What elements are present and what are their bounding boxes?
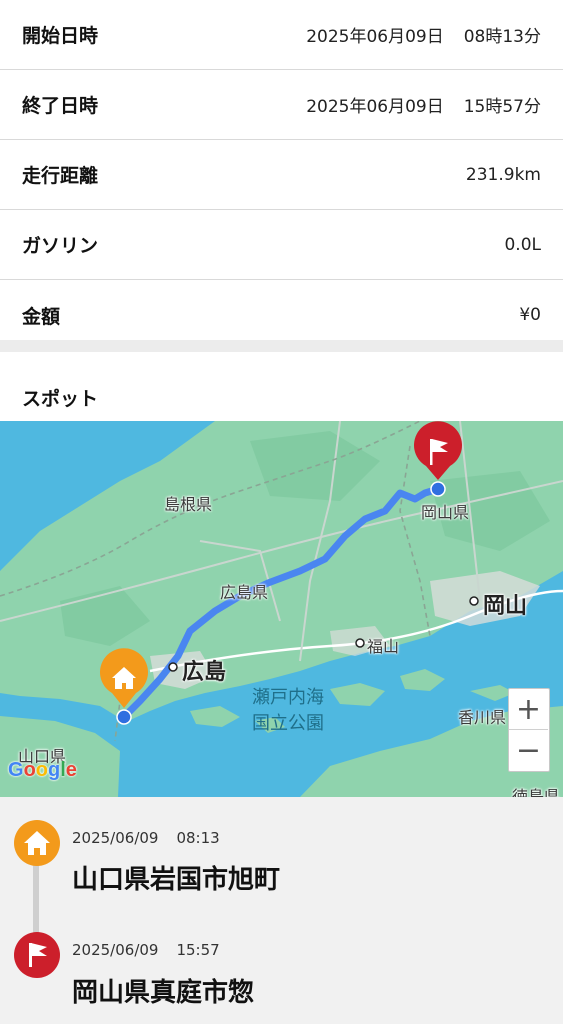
end-datetime-value: 2025年06月09日 15時57分	[306, 92, 541, 117]
map-label-hiroshima-pref: 広島県	[220, 583, 269, 602]
google-logo[interactable]: Google	[8, 759, 77, 782]
distance-label: 走行距離	[22, 165, 99, 187]
gasoline-label: ガソリン	[22, 235, 99, 257]
end-time: 15時57分	[463, 97, 541, 117]
end-spot-place[interactable]: 岡山県真庭市惣	[72, 972, 254, 1009]
route-map[interactable]: 島根県 岡山県 広島県 岡山 福山 広島 瀬戸内海 国立公園 香川県 山口県 徳…	[0, 421, 563, 797]
spot-timeline: 2025/06/09 08:13 山口県岩国市旭町 2025/06/09 15:57…	[0, 797, 563, 1024]
cost-label: 金額	[22, 305, 61, 328]
start-spot-datetime: 2025/06/09 08:13	[72, 829, 220, 847]
start-spot-place[interactable]: 山口県岩国市旭町	[72, 859, 280, 896]
spots-header: スポット	[0, 352, 563, 422]
map-label-okayama-city: 岡山	[483, 594, 528, 619]
gasoline-row: ガソリン 0.0L	[0, 210, 563, 280]
start-date: 2025年06月09日	[306, 27, 444, 47]
map-label-tokushima: 徳島県	[512, 787, 561, 797]
map-label-shimane: 島根県	[164, 495, 213, 514]
home-icon	[14, 820, 60, 866]
gasoline-value: 0.0L	[504, 234, 541, 255]
end-date: 2025年06月09日	[306, 97, 444, 117]
map-label-hiroshima-city: 広島	[182, 660, 227, 685]
zoom-in-button[interactable]: +	[509, 689, 548, 730]
distance-value: 231.9km	[465, 164, 541, 185]
end-datetime-row: 終了日時 2025年06月09日 15時57分	[0, 70, 563, 140]
end-datetime-label: 終了日時	[22, 95, 99, 117]
map-canvas	[0, 421, 563, 797]
flag-icon	[14, 932, 60, 978]
map-label-setonaikai: 瀬戸内海 国立公園	[252, 687, 324, 734]
start-datetime-label: 開始日時	[22, 25, 99, 47]
spots-title: スポット	[22, 388, 99, 410]
distance-row: 走行距離 231.9km	[0, 140, 563, 210]
section-divider	[0, 340, 563, 352]
start-time: 08時13分	[463, 27, 541, 47]
start-datetime-row: 開始日時 2025年06月09日 08時13分	[0, 0, 563, 70]
map-label-okayama-pref: 岡山県	[421, 503, 470, 522]
zoom-controls: + −	[508, 688, 550, 772]
start-datetime-value: 2025年06月09日 08時13分	[306, 22, 541, 47]
cost-value: ¥0	[519, 305, 541, 325]
end-spot-datetime: 2025/06/09 15:57	[72, 941, 220, 959]
map-label-fukuyama: 福山	[367, 637, 400, 656]
map-label-kagawa: 香川県	[458, 708, 507, 727]
zoom-out-button[interactable]: −	[509, 730, 548, 771]
